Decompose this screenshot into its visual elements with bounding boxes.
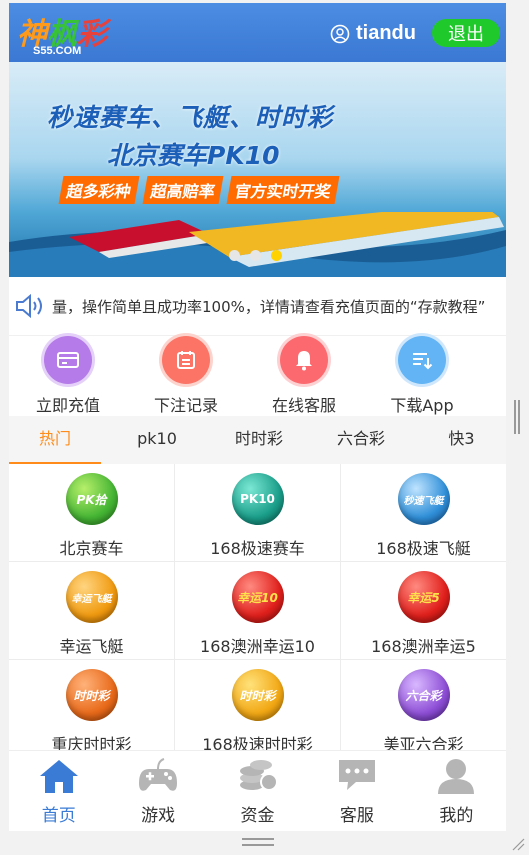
game-name: 168极速飞艇 <box>376 539 471 558</box>
category-tabs: 热门 pk10 时时彩 六合彩 快3 <box>9 416 506 464</box>
user-info[interactable]: tiandu <box>330 22 416 45</box>
game-logo: PK拾 <box>65 473 118 525</box>
nav-funds-label: 资金 <box>240 806 275 826</box>
banner-tag: 超多彩种 <box>58 176 140 204</box>
recharge-label: 立即充值 <box>35 396 100 415</box>
game-item[interactable]: PK10 168极速赛车 <box>175 464 341 562</box>
calendar-icon <box>162 336 210 384</box>
game-logo: 六合彩 <box>397 669 450 721</box>
nav-games-label: 游戏 <box>141 806 176 826</box>
game-item[interactable]: 六合彩 美亚六合彩 <box>341 660 506 758</box>
tab-pk10[interactable]: pk10 <box>101 416 213 464</box>
game-logo: 秒速飞艇 <box>397 473 450 525</box>
game-logo: 幸运10 <box>231 571 284 623</box>
game-name: 168澳洲幸运10 <box>200 637 315 656</box>
download-app-label: 下载App <box>390 396 454 415</box>
banner-tags: 超多彩种 超高赔率 官方实时开奖 <box>58 176 340 204</box>
game-item[interactable]: PK拾 北京赛车 <box>9 464 175 562</box>
nav-service-label: 客服 <box>339 806 374 826</box>
bet-history-label: 下注记录 <box>153 396 218 415</box>
download-icon <box>398 336 446 384</box>
quick-actions: 立即充值 下注记录 在线客服 下载App <box>9 336 506 416</box>
user-circle-icon <box>330 24 350 43</box>
nav-games[interactable]: 游戏 <box>108 751 207 831</box>
side-drag-handle[interactable] <box>514 400 520 434</box>
nav-home-label: 首页 <box>41 806 76 826</box>
speaker-icon <box>16 293 42 319</box>
banner-tag: 官方实时开奖 <box>226 176 340 204</box>
logo-subtext: S55.COM <box>33 45 82 57</box>
game-name: 幸运飞艇 <box>59 637 124 656</box>
game-item[interactable]: 秒速飞艇 168极速飞艇 <box>341 464 506 562</box>
game-name: 168澳洲幸运5 <box>371 637 476 656</box>
nav-mine-label: 我的 <box>439 806 474 826</box>
game-logo: 时时彩 <box>231 669 284 721</box>
tab-liuhecai[interactable]: 六合彩 <box>305 416 417 464</box>
nav-home[interactable]: 首页 <box>9 751 108 831</box>
gamepad-icon <box>139 758 178 791</box>
username: tiandu <box>356 22 416 44</box>
game-logo: PK10 <box>231 473 284 525</box>
carousel-dot[interactable] <box>229 250 240 261</box>
tab-shishicai[interactable]: 时时彩 <box>213 416 305 464</box>
online-service-label: 在线客服 <box>271 396 336 415</box>
coins-icon <box>239 760 278 791</box>
nav-service[interactable]: 客服 <box>307 751 406 831</box>
home-icon <box>39 760 78 793</box>
top-header: 神枫彩 S55.COM tiandu 退出 <box>9 3 506 62</box>
user-icon <box>438 759 475 794</box>
wallet-icon <box>44 336 92 384</box>
bottom-drag-handle[interactable] <box>242 838 274 846</box>
tab-hot[interactable]: 热门 <box>9 416 101 464</box>
carousel-dot[interactable] <box>250 250 261 261</box>
tab-kuai3[interactable]: 快3 <box>417 416 506 464</box>
recharge-button[interactable]: 立即充值 <box>9 336 127 416</box>
promo-banner[interactable]: 秒速赛车、飞艇、时时彩 北京赛车PK10 超多彩种 超高赔率 官方实时开奖 <box>9 62 506 277</box>
game-logo: 幸运5 <box>397 571 450 623</box>
game-item[interactable]: 幸运飞艇 幸运飞艇 <box>9 562 175 660</box>
bottom-nav: 首页 游戏 资金 客服 我的 <box>9 750 506 831</box>
game-logo: 时时彩 <box>65 669 118 721</box>
game-item[interactable]: 时时彩 重庆时时彩 <box>9 660 175 758</box>
download-app-button[interactable]: 下载App <box>363 336 481 416</box>
game-logo: 幸运飞艇 <box>65 571 118 623</box>
notice-text: 量，操作简单且成功率100%，详情请查看充值页面的“存款教程” <box>52 297 486 316</box>
game-item[interactable]: 时时彩 168极速时时彩 <box>175 660 341 758</box>
game-name: 北京赛车 <box>59 539 124 558</box>
game-grid: PK拾 北京赛车 PK10 168极速赛车 秒速飞艇 168极速飞艇 幸运飞艇 … <box>9 464 506 758</box>
chat-icon <box>338 760 375 790</box>
notice-bar[interactable]: 量，操作简单且成功率100%，详情请查看充值页面的“存款教程” <box>9 277 506 336</box>
banner-subheadline: 北京赛车PK10 <box>107 141 280 170</box>
game-item[interactable]: 幸运5 168澳洲幸运5 <box>341 562 506 660</box>
banner-tag: 超高赔率 <box>142 176 224 204</box>
game-name: 168极速赛车 <box>210 539 305 558</box>
resize-grip-icon[interactable] <box>511 837 525 851</box>
bell-icon <box>280 336 328 384</box>
bet-history-button[interactable]: 下注记录 <box>127 336 245 416</box>
nav-mine[interactable]: 我的 <box>407 751 506 831</box>
carousel-dot-active[interactable] <box>271 250 282 261</box>
speedboat-illustration <box>9 212 506 277</box>
site-logo[interactable]: 神枫彩 S55.COM <box>17 9 127 59</box>
game-item[interactable]: 幸运10 168澳洲幸运10 <box>175 562 341 660</box>
nav-funds[interactable]: 资金 <box>208 751 307 831</box>
app-frame: 神枫彩 S55.COM tiandu 退出 秒速赛车、飞艇、时时彩 北京赛车PK… <box>9 3 506 831</box>
carousel-dots <box>229 250 282 261</box>
banner-headline: 秒速赛车、飞艇、时时彩 <box>47 103 334 132</box>
logout-button[interactable]: 退出 <box>432 19 500 47</box>
online-service-button[interactable]: 在线客服 <box>245 336 363 416</box>
